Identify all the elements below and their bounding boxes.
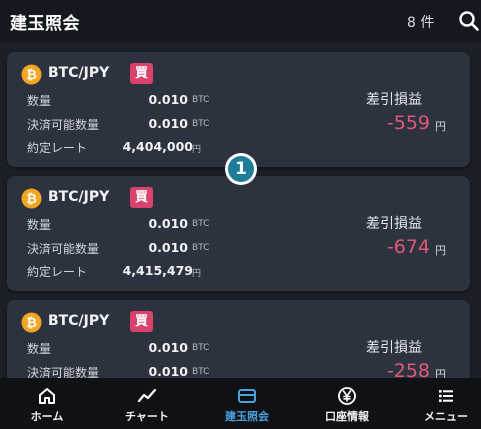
menu-icon (439, 390, 453, 402)
tab-positions-label: 建玉照会 (225, 410, 269, 423)
tab-chart[interactable]: チャート (115, 378, 179, 429)
quantity-unit: BTC (192, 95, 210, 105)
card-icon (238, 389, 256, 403)
settleable-quantity-value: 0.010 (148, 364, 188, 378)
step-marker-number: 1 (228, 156, 254, 182)
step-marker: 1 (225, 153, 257, 185)
currency-pair: BTC/JPY (48, 65, 110, 81)
profit-loss-label: 差引損益 (366, 216, 422, 232)
buy-badge: 買 (130, 311, 153, 332)
page-title: 建玉照会 (10, 14, 80, 34)
profit-loss-label: 差引損益 (366, 340, 422, 356)
position-card[interactable]: ₿ BTC/JPY 買 数量 0.010 BTC 決済可能数量 0.010 BT… (7, 300, 470, 378)
quantity-value: 0.010 (148, 216, 188, 231)
tab-menu[interactable]: メニュー (414, 378, 478, 429)
quantity-unit: BTC (192, 343, 210, 353)
quantity-label: 数量 (27, 94, 52, 108)
quantity-label: 数量 (27, 342, 52, 356)
app-header: 建玉照会 8 件 (0, 0, 481, 42)
currency-pair: BTC/JPY (48, 313, 110, 329)
yen-icon (338, 387, 356, 405)
bitcoin-icon: ₿ (21, 188, 42, 209)
settleable-quantity-label: 決済可能数量 (27, 118, 100, 132)
chart-icon (137, 388, 157, 403)
profit-loss-value: -559 (386, 112, 430, 134)
buy-badge: 買 (130, 187, 153, 208)
search-icon[interactable] (458, 10, 480, 32)
settleable-quantity-label: 決済可能数量 (27, 366, 100, 378)
profit-loss-unit: 円 (435, 244, 446, 257)
profit-loss-unit: 円 (435, 120, 446, 133)
tab-menu-label: メニュー (424, 410, 468, 423)
bitcoin-icon: ₿ (21, 64, 42, 85)
tab-chart-label: チャート (125, 410, 169, 423)
settleable-quantity-label: 決済可能数量 (27, 242, 100, 256)
quantity-label: 数量 (27, 218, 52, 232)
profit-loss-value: -258 (386, 360, 430, 378)
execution-rate-label: 約定レート (27, 265, 88, 279)
home-icon (39, 388, 55, 404)
execution-rate-value: 4,415,479 (122, 263, 193, 278)
bitcoin-icon: ₿ (21, 312, 42, 333)
tab-positions[interactable]: 建玉照会 (215, 378, 279, 429)
execution-rate-unit: 円 (192, 145, 202, 155)
tab-home[interactable]: ホーム (18, 378, 76, 429)
profit-loss-unit: 円 (435, 368, 446, 378)
svg-text:₿: ₿ (26, 68, 37, 83)
execution-rate-unit: 円 (192, 269, 202, 279)
settleable-quantity-unit: BTC (192, 243, 210, 253)
tab-account-label: 口座情報 (325, 410, 369, 423)
buy-badge: 買 (130, 63, 153, 84)
currency-pair: BTC/JPY (48, 189, 110, 205)
quantity-value: 0.010 (148, 92, 188, 107)
profit-loss-label: 差引損益 (366, 92, 422, 108)
position-count: 8 件 (407, 15, 435, 31)
tab-account[interactable]: 口座情報 (315, 378, 379, 429)
tab-home-label: ホーム (30, 410, 64, 423)
quantity-unit: BTC (192, 219, 210, 229)
execution-rate-label: 約定レート (27, 141, 88, 155)
svg-text:₿: ₿ (26, 316, 37, 331)
position-list[interactable]: ₿ BTC/JPY 買 数量 0.010 BTC 決済可能数量 0.010 BT… (0, 42, 481, 378)
position-card[interactable]: ₿ BTC/JPY 買 数量 0.010 BTC 決済可能数量 0.010 BT… (7, 176, 470, 291)
profit-loss-value: -674 (386, 236, 430, 258)
quantity-value: 0.010 (148, 340, 188, 355)
settleable-quantity-unit: BTC (192, 119, 210, 129)
bottom-tab-bar: ホーム チャート 建玉照会 口座情報 メニュー (0, 378, 481, 429)
settleable-quantity-value: 0.010 (148, 116, 188, 131)
settleable-quantity-value: 0.010 (148, 240, 188, 255)
execution-rate-value: 4,404,000 (122, 139, 193, 154)
svg-text:₿: ₿ (26, 192, 37, 207)
position-card[interactable]: ₿ BTC/JPY 買 数量 0.010 BTC 決済可能数量 0.010 BT… (7, 52, 470, 167)
settleable-quantity-unit: BTC (192, 367, 210, 377)
